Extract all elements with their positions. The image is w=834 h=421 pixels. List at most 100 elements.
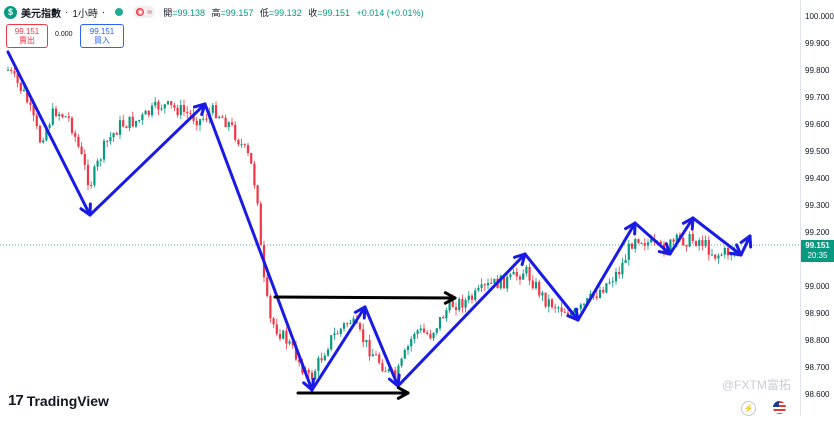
candle-body [490, 283, 492, 284]
buy-price: 99.151 [90, 27, 114, 36]
candle-body [525, 267, 527, 274]
candle-body [359, 323, 361, 329]
current-price-tag: 99.151 20:35 [801, 240, 834, 262]
price-tick: 99.600 [805, 120, 829, 129]
candle-body [436, 328, 438, 332]
candle-body [529, 267, 531, 281]
spread-value: 0.000 [55, 31, 73, 38]
candle-body [10, 70, 12, 71]
candle-body [157, 102, 159, 110]
candle-body [481, 284, 483, 288]
candle-body [705, 240, 707, 246]
candle-body [375, 354, 377, 355]
candle-body [465, 300, 467, 308]
candle-body [509, 274, 511, 276]
candle-body [561, 308, 563, 312]
current-price: 99.151 [801, 241, 834, 251]
candle-body [557, 308, 559, 309]
candle-body [541, 293, 543, 296]
trend-arrow-segment [205, 104, 312, 390]
candle-body [276, 324, 278, 334]
candle-body [125, 126, 127, 128]
candle-body [429, 334, 431, 338]
candle-body [401, 359, 403, 366]
candle-body [113, 133, 115, 137]
candle-body [225, 118, 227, 127]
candle-body [554, 307, 556, 308]
candle-body [426, 332, 428, 334]
candle-body [81, 147, 83, 154]
buy-button[interactable]: 99.151 買入 [80, 24, 124, 48]
candle-body [333, 333, 335, 335]
candle-body [381, 363, 383, 371]
candle-body [362, 329, 364, 342]
candle-body [445, 310, 447, 318]
price-tick: 99.500 [805, 147, 829, 156]
candle-body [234, 125, 236, 140]
candle-body [535, 282, 537, 288]
price-tick: 99.200 [805, 228, 829, 237]
candle-body [273, 318, 275, 324]
indicator-pill[interactable]: ◉ ≈ [133, 6, 155, 18]
candle-body [506, 277, 508, 289]
candle-body [116, 133, 118, 135]
candle-body [644, 243, 646, 246]
candle-body [52, 109, 54, 125]
candle-body [484, 284, 486, 285]
candle-body [468, 296, 470, 300]
sell-label: 賣出 [19, 36, 35, 45]
lightning-icon[interactable]: ⚡ [741, 401, 756, 416]
us-flag-icon[interactable] [773, 401, 786, 414]
candle-body [628, 244, 630, 260]
high-value: =99.157 [221, 8, 254, 18]
candle-body [330, 335, 332, 349]
candle-body [625, 260, 627, 263]
candle-body [669, 240, 671, 251]
candle-body [247, 145, 249, 153]
candle-body [36, 115, 38, 126]
candle-body [605, 283, 607, 292]
candle-body [221, 117, 223, 118]
candle-body [551, 299, 553, 307]
close-value: =99.151 [317, 8, 350, 18]
trend-arrow-segment [635, 223, 670, 254]
candle-body [212, 105, 214, 113]
candle-body [673, 240, 675, 242]
tradingview-logo-mark: 17 [8, 392, 23, 409]
candle-body [103, 141, 105, 160]
candle-body [458, 299, 460, 310]
candle-body [244, 144, 246, 145]
chart-area[interactable] [0, 0, 800, 416]
candle-body [615, 272, 617, 281]
candle-body [365, 340, 367, 342]
candle-body [183, 105, 185, 112]
chart-header: $ 美元指數 · 1小時 · ◉ ≈ 開=99.138 高=99.157 低=9… [4, 3, 428, 21]
price-axis[interactable]: 100.000 99.900 99.800 99.700 99.600 99.5… [800, 0, 834, 416]
candle-body [717, 255, 719, 258]
candle-body [180, 105, 182, 115]
tradingview-logo[interactable]: 17 TradingView [8, 392, 109, 409]
candle-body [90, 185, 92, 186]
symbol-name[interactable]: 美元指數 [21, 5, 61, 20]
interval[interactable]: 1小時 [72, 5, 98, 20]
candle-body [439, 317, 441, 328]
low-value: =99.132 [269, 8, 302, 18]
candle-body [343, 323, 345, 328]
candle-body [689, 234, 691, 247]
price-tick: 99.400 [805, 174, 829, 183]
price-chart[interactable] [0, 0, 800, 416]
buy-label: 買入 [94, 36, 110, 45]
candle-body [7, 70, 9, 71]
candle-body [129, 117, 131, 128]
candle-body [132, 117, 134, 127]
sell-button[interactable]: 99.151 賣出 [6, 24, 48, 48]
candle-body [177, 108, 179, 115]
candle-body [637, 239, 639, 243]
candle-body [609, 282, 611, 283]
candle-body [455, 307, 457, 310]
candle-body [522, 274, 524, 280]
candle-body [631, 244, 633, 249]
candle-body [612, 281, 614, 282]
candle-body [599, 290, 601, 298]
candle-body [205, 119, 207, 120]
